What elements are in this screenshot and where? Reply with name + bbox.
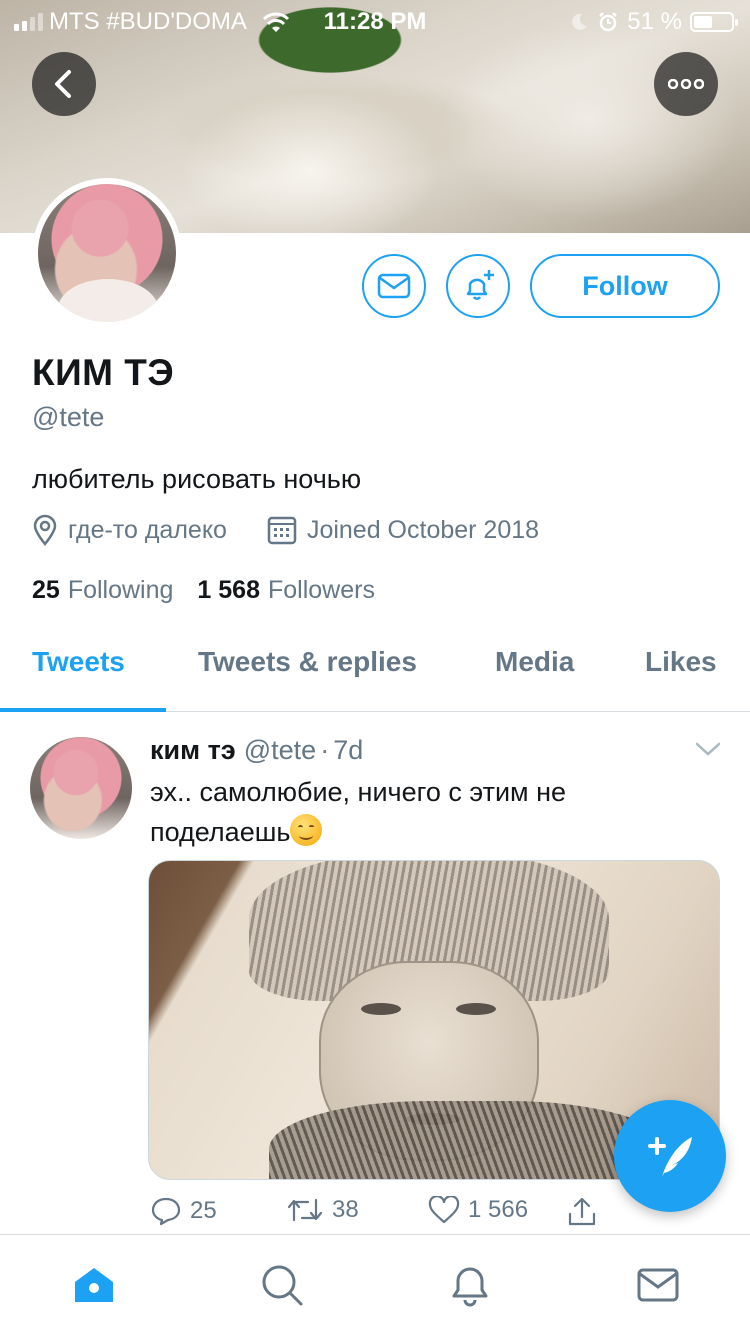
retweet-button[interactable]: 38 <box>286 1196 359 1224</box>
sketch-eye <box>361 1003 401 1015</box>
status-bar: MTS #BUD'DOMA 11:28 PM 51 % <box>0 0 750 40</box>
banner-fabric-fold <box>180 90 440 233</box>
bell-plus-icon <box>466 270 494 300</box>
follow-button[interactable]: Follow <box>530 254 720 318</box>
notify-button[interactable] <box>446 254 510 318</box>
tweet-author-handle: @tete <box>243 735 317 765</box>
envelope-icon <box>637 1268 679 1302</box>
avatar-shoulder <box>58 279 158 322</box>
tweet-actions: 25 38 1 566 <box>150 1196 610 1236</box>
active-tab-indicator <box>0 708 166 712</box>
ellipsis-icon <box>668 79 704 89</box>
profile-display-name: КИМ ТЭ <box>32 352 175 393</box>
nav-home[interactable] <box>70 1261 118 1309</box>
message-button[interactable] <box>362 254 426 318</box>
reply-count: 25 <box>190 1197 217 1224</box>
compose-tweet-button[interactable] <box>614 1100 726 1212</box>
more-options-button[interactable] <box>654 52 718 116</box>
tweet-author-name[interactable]: ким тэ <box>150 735 236 766</box>
tab-tweets[interactable]: Tweets <box>32 646 125 678</box>
share-icon <box>568 1197 596 1226</box>
search-icon <box>262 1265 303 1306</box>
tweet-header: ким тэ @tete · 7d <box>150 735 363 766</box>
following-label[interactable]: Following <box>68 576 174 605</box>
reply-button[interactable]: 25 <box>150 1196 217 1226</box>
profile-avatar[interactable] <box>32 178 182 328</box>
profile-stats: 25 Following 1 568 Followers <box>32 576 399 605</box>
bottom-navigation <box>0 1234 750 1334</box>
location-text: где-то далеко <box>68 515 227 544</box>
envelope-icon <box>377 273 411 299</box>
chevron-left-icon <box>55 70 71 98</box>
followers-label[interactable]: Followers <box>268 576 375 605</box>
profile-tabs: Tweets Tweets & replies Media Likes <box>0 626 750 712</box>
moon-icon <box>572 13 588 30</box>
battery-percent: 51 % <box>627 8 682 35</box>
tweet-body: эх.. самолюбие, ничего с этим не поделае… <box>150 777 567 847</box>
heart-icon <box>428 1196 460 1224</box>
profile-joined: Joined October 2018 <box>267 515 539 545</box>
status-right: 51 % <box>569 8 738 36</box>
battery-fill <box>694 16 712 28</box>
followers-count[interactable]: 1 568 <box>197 576 260 605</box>
tweet-time: 7d <box>333 735 364 765</box>
tweet-author-avatar[interactable] <box>30 737 132 839</box>
retweet-count: 38 <box>332 1196 359 1223</box>
tab-likes[interactable]: Likes <box>645 646 717 678</box>
profile-meta: где-то далеко Joined October 2018 <box>32 514 579 546</box>
alarm-icon <box>599 12 618 32</box>
tweet-text: эх.. самолюбие, ничего с этим не поделае… <box>150 772 710 852</box>
profile-bio: любитель рисовать ночью <box>32 464 362 494</box>
tweet-separator: · <box>320 735 330 765</box>
home-icon <box>75 1268 113 1302</box>
sketch-shirt <box>269 1101 669 1179</box>
profile-location: где-то далеко <box>32 514 227 546</box>
chevron-down-icon[interactable] <box>694 740 722 758</box>
feather-plus-icon <box>648 1137 692 1177</box>
tab-media[interactable]: Media <box>495 646 574 678</box>
banner-fabric-fold <box>440 20 740 220</box>
calendar-icon <box>267 516 297 545</box>
joined-text: Joined October 2018 <box>306 515 540 544</box>
like-button[interactable]: 1 566 <box>428 1196 528 1224</box>
nav-search[interactable] <box>258 1261 306 1309</box>
nav-messages[interactable] <box>634 1261 682 1309</box>
back-button[interactable] <box>32 52 96 116</box>
following-count[interactable]: 25 <box>32 576 60 605</box>
share-button[interactable] <box>566 1196 598 1228</box>
smiling-face-emoji-icon <box>290 814 323 846</box>
sketch-eye <box>456 1003 496 1015</box>
like-count: 1 566 <box>468 1196 529 1223</box>
reply-icon <box>151 1197 181 1226</box>
battery-icon <box>690 12 738 32</box>
map-pin-icon <box>33 514 57 546</box>
nav-notifications[interactable] <box>446 1261 494 1309</box>
retweet-icon <box>287 1198 323 1222</box>
tab-tweets-replies[interactable]: Tweets & replies <box>198 646 417 678</box>
bell-icon <box>452 1267 488 1307</box>
profile-handle: @tete <box>32 402 105 432</box>
